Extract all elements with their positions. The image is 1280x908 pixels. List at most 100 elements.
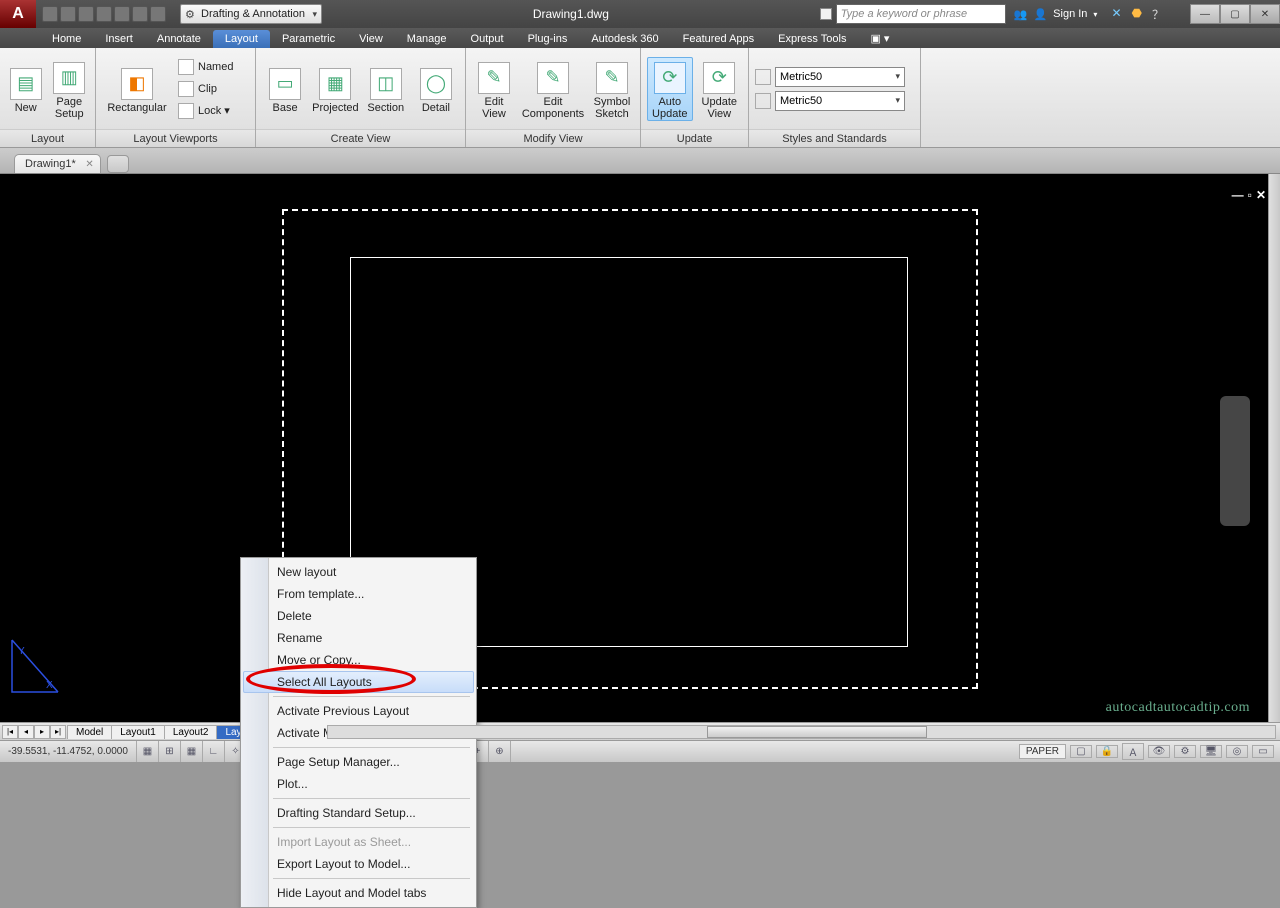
coordinates-readout[interactable]: -39.5531, -11.4752, 0.0000 [0,741,137,762]
tab-output[interactable]: Output [459,30,516,48]
new-file-tab-button[interactable] [107,155,129,173]
base-button[interactable]: ▭Base [262,64,308,114]
tab-overflow-icon[interactable]: ▣ ▾ [858,29,901,48]
sb-annoscale-icon[interactable]: Ａ [1122,743,1144,760]
workspace-dropdown[interactable]: Drafting & Annotation [180,4,322,24]
sign-in-button[interactable]: 👥 👤 Sign In ▾ [1006,8,1106,21]
detail-button[interactable]: ◯Detail [413,64,459,114]
ctx-new-layout[interactable]: New layout [243,561,474,583]
layout-tab-model[interactable]: Model [67,725,112,739]
section-button[interactable]: ◫Section [363,64,409,114]
file-tab-drawing1[interactable]: Drawing1*✕ [14,154,101,173]
layout-nav-next-icon[interactable]: ▸ [34,725,50,739]
qat-new-icon[interactable] [42,6,58,22]
new-layout-button[interactable]: ▤New [6,64,46,114]
sb-workspace-icon[interactable]: ⚙ [1174,745,1196,758]
sb-ortho-icon[interactable]: ∟ [203,741,225,762]
sb-hardware-icon[interactable]: 🖥 [1200,745,1222,758]
identifier-style-dropdown[interactable]: Metric50 [775,67,905,87]
minimize-button[interactable]: — [1190,4,1220,24]
auto-update-button[interactable]: ⟳Auto Update [647,57,693,121]
qat-plot-icon[interactable] [114,6,130,22]
clip-button[interactable]: Clip [176,78,235,100]
qat-saveas-icon[interactable] [96,6,112,22]
ctx-rename[interactable]: Rename [243,627,474,649]
tab-plugins[interactable]: Plug-ins [516,30,580,48]
ctx-hide-tabs[interactable]: Hide Layout and Model tabs [243,882,474,904]
ctx-activate-previous[interactable]: Activate Previous Layout [243,700,474,722]
file-tab-close-icon[interactable]: ✕ [85,159,93,170]
vertical-scrollbar[interactable] [1268,174,1280,722]
qat-undo-icon[interactable] [132,6,148,22]
maximize-button[interactable]: ▢ [1220,4,1250,24]
exchange-icon[interactable]: ✕ [1111,6,1121,23]
search-toggle-icon[interactable] [820,8,832,20]
symbol-sketch-button[interactable]: ✎Symbol Sketch [590,58,634,120]
ctx-delete[interactable]: Delete [243,605,474,627]
rectangular-button[interactable]: ◧Rectangular [102,64,172,114]
sb-snap-icon[interactable]: ⊞ [159,741,181,762]
panel-title-styles: Styles and Standards [749,129,920,147]
tab-autodesk360[interactable]: Autodesk 360 [579,30,670,48]
sb-maximize-vp-icon[interactable]: ▢ [1070,745,1092,758]
tab-express-tools[interactable]: Express Tools [766,30,858,48]
tab-parametric[interactable]: Parametric [270,30,347,48]
hscroll-thumb[interactable] [707,726,927,738]
qat-redo-icon[interactable] [150,6,166,22]
cutting-style-dropdown[interactable]: Metric50 [775,91,905,111]
navigation-bar[interactable] [1220,396,1250,526]
tab-featured-apps[interactable]: Featured Apps [671,30,767,48]
lock-button[interactable]: Lock ▾ [176,100,235,122]
layout-tab-layout2[interactable]: Layout2 [164,725,218,739]
sb-infer-icon[interactable]: ▦ [137,741,159,762]
page-setup-button[interactable]: ▥Page Setup [50,58,90,120]
sb-lock-vp-icon[interactable]: 🔒 [1096,745,1118,758]
ctx-page-setup-manager[interactable]: Page Setup Manager... [243,751,474,773]
tab-manage[interactable]: Manage [395,30,459,48]
panel-title-update: Update [641,129,748,147]
tab-annotate[interactable]: Annotate [145,30,213,48]
clip-icon [178,81,194,97]
sb-grid-icon[interactable]: ▦ [181,741,203,762]
layout-nav-first-icon[interactable]: |◂ [2,725,18,739]
tab-insert[interactable]: Insert [93,30,145,48]
doc-close-icon[interactable]: ✕ [1256,188,1266,202]
edit-components-button[interactable]: ✎Edit Components [520,58,586,120]
tab-home[interactable]: Home [40,30,93,48]
qat-open-icon[interactable] [60,6,76,22]
sb-annovisibility-icon[interactable]: 👁 [1148,745,1170,758]
sb-cleanscreen-icon[interactable]: ▭ [1252,745,1274,758]
space-toggle[interactable]: PAPER [1019,744,1066,759]
layout-tab-layout1[interactable]: Layout1 [111,725,165,739]
ctx-plot[interactable]: Plot... [243,773,474,795]
layout-canvas[interactable]: — ▫ ✕ Y X autocadtautocadtip.com [0,174,1268,722]
doc-minimize-icon[interactable]: — [1232,188,1244,202]
horizontal-scrollbar[interactable] [327,725,1276,739]
doc-restore-icon[interactable]: ▫ [1248,188,1252,202]
edit-view-button[interactable]: ✎Edit View [472,58,516,120]
auto-update-icon: ⟳ [654,62,686,94]
app-manager-icon[interactable]: ⬣ [1132,6,1142,23]
qat-save-icon[interactable] [78,6,94,22]
search-input[interactable]: Type a keyword or phrase [836,4,1006,24]
layout-nav-last-icon[interactable]: ▸| [50,725,66,739]
close-button[interactable]: ✕ [1250,4,1280,24]
layout-nav-prev-icon[interactable]: ◂ [18,725,34,739]
ctx-move-copy[interactable]: Move or Copy... [243,649,474,671]
detail-icon: ◯ [420,68,452,100]
ctx-select-all-layouts[interactable]: Select All Layouts [243,671,474,693]
ctx-separator [273,827,470,828]
sb-isolate-icon[interactable]: ◎ [1226,745,1248,758]
ctx-drafting-standard[interactable]: Drafting Standard Setup... [243,802,474,824]
named-viewports-button[interactable]: Named [176,56,235,78]
help-icon[interactable]: ？ [1152,6,1164,23]
ctx-from-template[interactable]: From template... [243,583,474,605]
tab-layout[interactable]: Layout [213,30,270,48]
tab-view[interactable]: View [347,30,395,48]
update-view-button[interactable]: ⟳Update View [697,58,742,120]
app-logo[interactable]: A [0,0,36,28]
ctx-export-layout[interactable]: Export Layout to Model... [243,853,474,875]
projected-button[interactable]: ▦Projected [312,64,358,114]
auto-update-label: Auto Update [652,96,687,120]
sb-extra2-icon[interactable]: ⊕ [489,741,511,762]
